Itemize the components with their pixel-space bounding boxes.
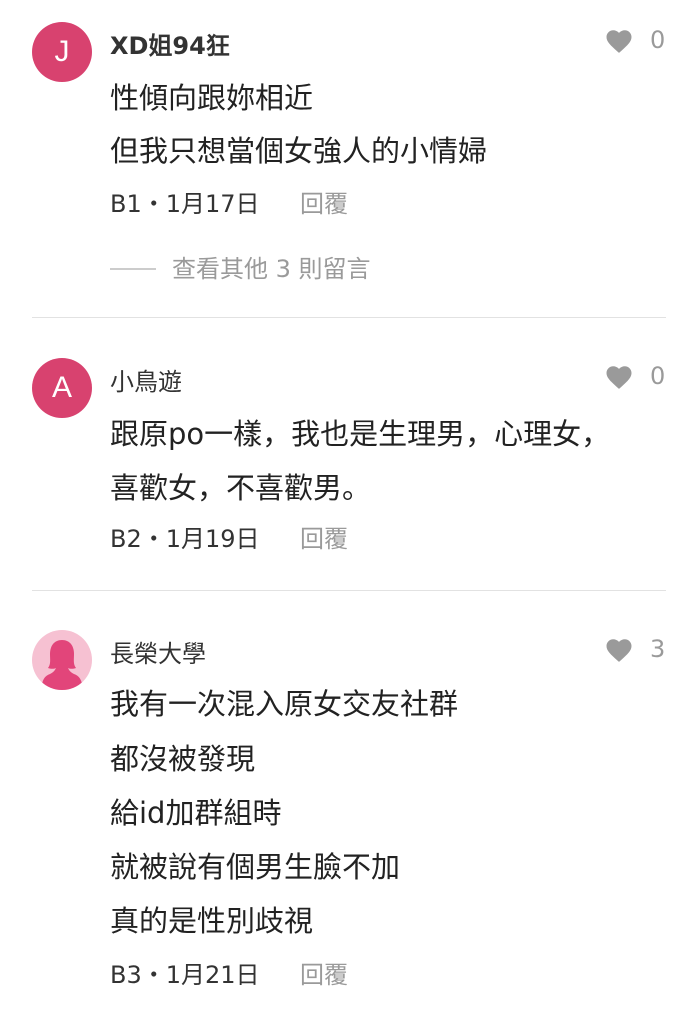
avatar[interactable]: J [32, 22, 92, 82]
meta-separator: ・ [141, 525, 166, 553]
female-silhouette-icon [41, 640, 83, 690]
avatar[interactable]: A [32, 358, 92, 418]
comment-text-line: 都沒被發現 [110, 742, 256, 776]
like-button[interactable]: 0 [604, 360, 666, 392]
avatar[interactable] [32, 630, 92, 690]
reply-button[interactable]: 回覆 [300, 959, 348, 991]
comment-meta: B3・1月21日 [110, 959, 260, 991]
author-name[interactable]: 長榮大學 [110, 634, 206, 669]
like-count: 0 [650, 26, 666, 54]
heart-icon [606, 639, 632, 662]
comment-text-line: 我有一次混入原女交友社群 [110, 687, 459, 721]
meta-separator: ・ [141, 961, 166, 989]
like-count: 3 [650, 635, 666, 663]
like-button[interactable]: 0 [604, 24, 666, 56]
comment-text-line: 真的是性別歧視 [110, 904, 314, 938]
reply-button[interactable]: 回覆 [300, 188, 348, 220]
comment-text-line: 喜歡女，不喜歡男。 [110, 471, 372, 505]
comment-meta: B2・1月19日 [110, 523, 260, 555]
divider-dash [110, 268, 156, 270]
author-name[interactable]: XD姐94狂 [110, 26, 230, 61]
view-more-replies-label: 查看其他 3 則留言 [172, 255, 371, 283]
comment-meta: B1・1月17日 [110, 188, 260, 220]
comment-text-line: 就被說有個男生臉不加 [110, 850, 401, 884]
meta-separator: ・ [141, 190, 166, 218]
floor-number: B3 [110, 961, 142, 989]
comment-date: 1月21日 [165, 961, 260, 989]
comment-date: 1月17日 [165, 190, 260, 218]
comment-text-line: 跟原po一樣，我也是生理男，心理女， [110, 417, 611, 451]
divider [32, 317, 666, 318]
comment-text-line: 但我只想當個女強人的小情婦 [110, 134, 488, 168]
author-name[interactable]: 小鳥遊 [110, 362, 182, 397]
floor-number: B2 [110, 525, 142, 553]
comment-date: 1月19日 [165, 525, 260, 553]
floor-number: B1 [110, 190, 142, 218]
heart-icon [606, 30, 632, 53]
divider [32, 590, 666, 591]
comment-text-line: 性傾向跟妳相近 [110, 81, 314, 115]
like-button[interactable]: 3 [604, 633, 666, 665]
reply-button[interactable]: 回覆 [300, 523, 348, 555]
view-more-replies[interactable]: 查看其他 3 則留言 [110, 252, 510, 286]
heart-icon [606, 366, 632, 389]
like-count: 0 [650, 362, 666, 390]
comment-text-line: 給id加群組時 [110, 796, 282, 830]
